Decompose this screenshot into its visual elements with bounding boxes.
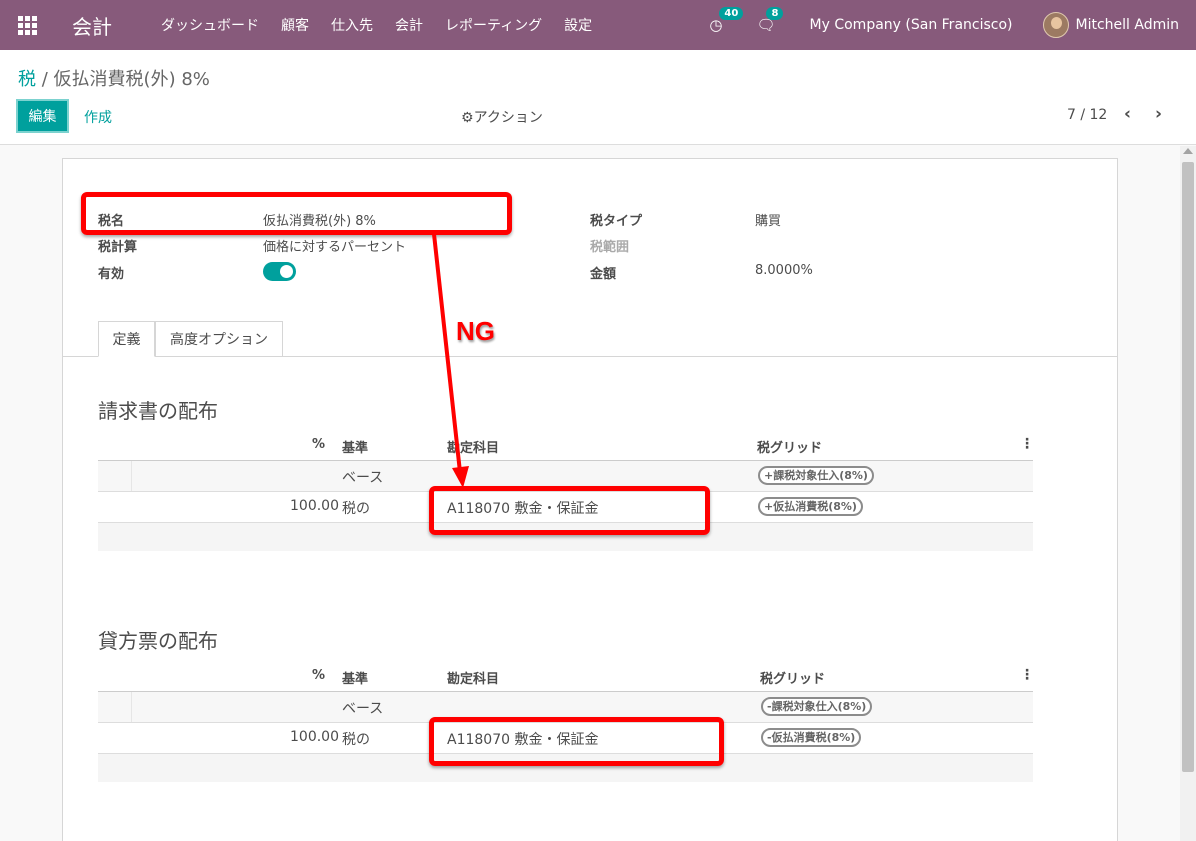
active-toggle[interactable] — [263, 262, 296, 281]
activity-menu[interactable]: ◷ 40 — [709, 7, 744, 34]
top-navbar: 会計 ダッシュボード 顧客 仕入先 会計 レポーティング 設定 ◷ 40 🗨 8… — [0, 0, 1196, 50]
tax-grid-tag: +課税対象仕入(8%) — [758, 466, 874, 485]
tax-grid-tag: -課税対象仕入(8%) — [761, 697, 873, 716]
row-base: 税の — [342, 501, 370, 517]
company-switcher[interactable]: My Company (San Francisco) — [810, 17, 1013, 33]
invoice-distribution-title: 請求書の配布 — [98, 399, 218, 423]
action-menu-button[interactable]: ⚙アクション — [461, 107, 543, 127]
active-label: 有効 — [98, 267, 125, 282]
breadcrumb: 税 / 仮払消費税(外) 8% — [18, 65, 210, 91]
tax-computation-value: 価格に対するパーセント — [263, 240, 407, 255]
table-header: % 基準 勘定科目 税グリッド ⋮ — [98, 431, 1034, 461]
amount-value: 8.0000% — [755, 263, 813, 278]
tax-grid-tag: +仮払消費税(8%) — [758, 497, 863, 516]
breadcrumb-taxes-link[interactable]: 税 — [18, 69, 36, 90]
menu-item-accounting[interactable]: 会計 — [384, 15, 434, 35]
table-header: % 基準 勘定科目 税グリッド ⋮ — [98, 662, 1034, 692]
edit-button[interactable]: 編集 — [16, 99, 69, 133]
gear-icon: ⚙ — [461, 110, 474, 126]
annotation-ng-label: NG — [456, 316, 495, 346]
navbar-right: ◷ 40 🗨 8 My Company (San Francisco) Mitc… — [709, 0, 1196, 50]
message-count-badge: 8 — [766, 7, 784, 20]
messaging-menu[interactable]: 🗨 8 — [756, 7, 784, 34]
user-avatar[interactable] — [1042, 12, 1069, 38]
tax-scope-label: 税範囲 — [590, 240, 630, 255]
amount-label: 金額 — [590, 267, 617, 282]
header-base: 基準 — [342, 441, 369, 456]
annotation-box-invoice-account — [429, 486, 710, 535]
row-base: 税の — [342, 732, 370, 748]
header-account: 勘定科目 — [447, 672, 500, 687]
tab-advanced-options[interactable]: 高度オプション — [155, 321, 283, 357]
tax-computation-label: 税計算 — [98, 240, 138, 255]
chevron-left-icon[interactable]: ‹ — [1124, 104, 1131, 124]
main-menu: ダッシュボード 顧客 仕入先 会計 レポーティング 設定 — [150, 15, 603, 35]
pager-value[interactable]: 7 / 12 — [1067, 107, 1107, 123]
menu-item-customers[interactable]: 顧客 — [270, 15, 320, 35]
annotation-box-refund-account — [429, 717, 724, 766]
row-base: ベース — [342, 701, 384, 717]
user-menu[interactable]: Mitchell Admin — [1076, 17, 1180, 33]
menu-item-vendors[interactable]: 仕入先 — [320, 15, 384, 35]
breadcrumb-current: 仮払消費税(外) 8% — [53, 69, 210, 90]
row-handle — [98, 692, 132, 722]
refund-distribution-title: 貸方票の配布 — [98, 629, 218, 653]
optional-columns-icon[interactable]: ⋮ — [1020, 436, 1034, 452]
header-percent: % — [312, 437, 326, 452]
row-percent: 100.00 — [290, 729, 339, 745]
tab-definition[interactable]: 定義 — [98, 321, 155, 357]
row-handle — [98, 461, 132, 491]
header-account: 勘定科目 — [447, 441, 500, 456]
menu-item-reporting[interactable]: レポーティング — [434, 15, 553, 35]
tax-type-value: 購買 — [755, 214, 782, 229]
header-tax-grid: 税グリッド — [757, 441, 823, 456]
activity-count-badge: 40 — [719, 7, 744, 20]
header-base: 基準 — [342, 672, 369, 687]
clock-icon: ◷ — [709, 16, 723, 34]
scroll-thumb[interactable] — [1182, 162, 1194, 772]
menu-item-settings[interactable]: 設定 — [553, 15, 603, 35]
header-tax-grid: 税グリッド — [760, 672, 826, 687]
header-percent: % — [312, 668, 326, 683]
create-button[interactable]: 作成 — [84, 107, 112, 127]
menu-item-dashboard[interactable]: ダッシュボード — [150, 15, 270, 35]
action-label: アクション — [473, 110, 543, 126]
tax-grid-tag: -仮払消費税(8%) — [761, 728, 862, 747]
row-base: ベース — [342, 470, 384, 486]
tax-type-label: 税タイプ — [590, 214, 643, 229]
optional-columns-icon[interactable]: ⋮ — [1020, 667, 1034, 683]
row-percent: 100.00 — [290, 498, 339, 514]
app-brand[interactable]: 会計 — [72, 11, 112, 40]
scroll-up-icon[interactable] — [1183, 148, 1193, 154]
annotation-box-tax-name — [81, 192, 512, 235]
vertical-scrollbar[interactable] — [1180, 146, 1196, 841]
chevron-right-icon[interactable]: › — [1155, 104, 1162, 124]
apps-menu-icon[interactable] — [0, 0, 54, 50]
control-panel: 税 / 仮払消費税(外) 8% 編集 作成 ⚙アクション 7 / 12 ‹ › — [0, 50, 1196, 145]
breadcrumb-separator: / — [41, 69, 48, 90]
